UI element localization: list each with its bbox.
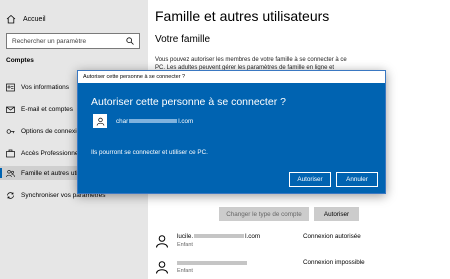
- avatar: [155, 260, 169, 274]
- mail-icon: [6, 106, 15, 113]
- person-icon: [156, 235, 168, 248]
- person-icon: [156, 261, 168, 274]
- email-prefix: lucile.: [177, 233, 194, 240]
- person-icon: [96, 117, 104, 126]
- dialog-message: Ils pourront se connecter et utiliser ce…: [91, 149, 208, 156]
- search-placeholder: Rechercher un paramètre: [12, 37, 87, 45]
- email-suffix: l.com: [245, 233, 261, 240]
- section-label-accounts: Comptes: [6, 57, 34, 64]
- key-icon: [6, 128, 15, 134]
- dialog-heading: Autoriser cette personne à se connecter …: [91, 96, 286, 108]
- redacted-mask: [177, 261, 247, 265]
- settings-search-input[interactable]: Rechercher un paramètre: [6, 33, 140, 49]
- page-title: Famille et autres utilisateurs: [155, 8, 330, 24]
- redacted-mask: [194, 234, 245, 239]
- member-status: Connexion impossible: [303, 259, 365, 266]
- description-line: Vous pouvez autoriser les membres de vot…: [155, 57, 347, 63]
- dialog-authorize-button[interactable]: Autoriser: [289, 172, 331, 187]
- person-card-icon: [6, 83, 15, 91]
- sidebar-item-label: Options de connexion: [21, 127, 84, 135]
- briefcase-icon: [6, 149, 15, 157]
- authorize-dialog: Autoriser cette personne à se connecter …: [77, 70, 386, 194]
- home-icon: [6, 14, 16, 24]
- sync-icon: [7, 191, 14, 199]
- people-icon: [6, 169, 15, 177]
- dialog-email: char l.com: [116, 118, 193, 125]
- avatar: [93, 114, 107, 128]
- home-label: Accueil: [23, 15, 46, 23]
- search-icon: [126, 37, 134, 45]
- member-role: Enfant: [177, 268, 193, 274]
- redacted-mask: [129, 119, 178, 123]
- change-account-type-button[interactable]: Changer le type de compte: [219, 207, 309, 221]
- member-status: Connexion autorisée: [303, 233, 361, 240]
- home-nav-item[interactable]: Accueil: [6, 12, 46, 26]
- dialog-titlebar: Autoriser cette personne à se connecter …: [78, 71, 385, 83]
- section-heading-family: Votre famille: [155, 34, 211, 45]
- sidebar-item-label: E-mail et comptes: [21, 105, 74, 113]
- family-member-row[interactable]: lucile. l.com Enfant Connexion autorisée: [155, 232, 425, 252]
- family-member-row[interactable]: Enfant Connexion impossible: [155, 258, 425, 278]
- member-email: lucile. l.com: [177, 233, 260, 240]
- sidebar-item-label: Vos informations: [21, 83, 70, 91]
- email-prefix: char: [116, 117, 129, 125]
- avatar: [155, 234, 169, 248]
- email-suffix: l.com: [178, 117, 194, 125]
- dialog-user-row: char l.com: [93, 114, 193, 128]
- authorize-button[interactable]: Autoriser: [314, 207, 359, 221]
- dialog-cancel-button[interactable]: Annuler: [336, 172, 378, 187]
- member-role: Enfant: [177, 242, 193, 248]
